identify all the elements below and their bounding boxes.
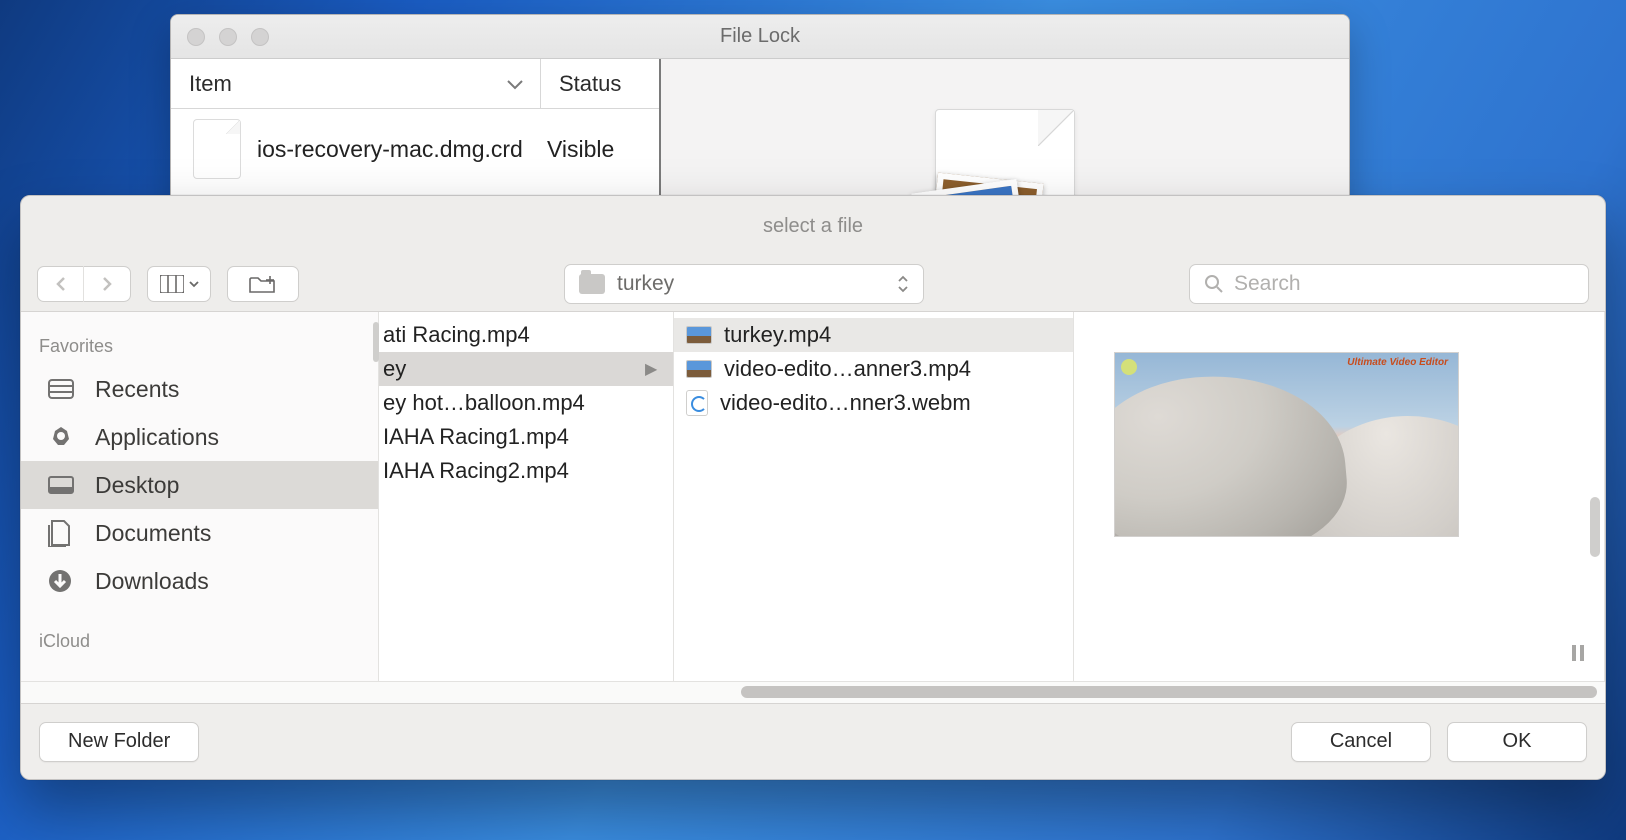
desktop-icon — [47, 473, 79, 497]
preview-badge-icon — [1121, 359, 1137, 375]
chevron-right-icon — [100, 276, 114, 292]
dialog-title: select a file — [21, 196, 1605, 256]
search-icon — [1204, 274, 1224, 294]
ok-button[interactable]: OK — [1447, 722, 1587, 762]
list-item[interactable]: IAHA Racing1.mp4 — [379, 420, 673, 454]
column-1[interactable]: ati Racing.mp4 ey ▶ ey hot…balloon.mp4 I… — [379, 312, 674, 681]
sidebar-item-documents[interactable]: Documents — [21, 509, 378, 557]
preview-pane: Ultimate Video Editor — [1074, 312, 1605, 681]
column-header-status-label: Status — [559, 71, 621, 97]
preview-brand-text: Ultimate Video Editor — [1347, 357, 1448, 368]
columns-icon — [160, 275, 184, 293]
sidebar-item-label: Desktop — [95, 472, 179, 499]
applications-icon — [47, 425, 79, 449]
file-name: ios-recovery-mac.dmg.crdow — [257, 136, 523, 163]
new-folder-button[interactable]: New Folder — [39, 722, 199, 762]
search-placeholder: Search — [1234, 272, 1301, 296]
sidebar-item-label: Downloads — [95, 568, 209, 595]
view-mode-button[interactable] — [147, 266, 211, 302]
sidebar-item-desktop[interactable]: Desktop — [21, 461, 378, 509]
dialog-footer: New Folder Cancel OK — [21, 703, 1605, 779]
folder-icon — [579, 274, 605, 294]
chevron-right-icon: ▶ — [645, 359, 657, 379]
list-item[interactable]: ey hot…balloon.mp4 — [379, 386, 673, 420]
documents-icon — [47, 519, 79, 547]
column-browser: ati Racing.mp4 ey ▶ ey hot…balloon.mp4 I… — [379, 312, 1605, 681]
traffic-lights — [187, 15, 269, 58]
traffic-close-icon[interactable] — [187, 28, 205, 46]
scrollbar-horizontal[interactable] — [21, 681, 1605, 703]
column-header-status[interactable]: Status — [541, 59, 659, 108]
stepper-icon — [897, 274, 909, 294]
scrollbar-vertical[interactable] — [1590, 497, 1600, 557]
list-item[interactable]: turkey.mp4 — [674, 318, 1073, 352]
parent-headers: Item Status — [171, 59, 659, 109]
sidebar-item-applications[interactable]: Applications — [21, 413, 378, 461]
chevron-left-icon — [54, 276, 68, 292]
current-folder-dropdown[interactable]: turkey — [564, 264, 924, 304]
column-header-item[interactable]: Item — [171, 59, 541, 108]
webm-file-icon — [686, 390, 708, 416]
recents-icon — [47, 377, 79, 401]
list-item[interactable]: IAHA Racing2.mp4 — [379, 454, 673, 488]
dialog-body: Favorites Recents Applications Desktop — [21, 312, 1605, 681]
column-2[interactable]: turkey.mp4 video-edito…anner3.mp4 video-… — [674, 312, 1074, 681]
search-input[interactable]: Search — [1189, 264, 1589, 304]
nav-back-forward[interactable] — [37, 266, 131, 302]
parent-window-title: File Lock — [720, 25, 800, 48]
list-item[interactable]: ey ▶ — [379, 352, 673, 386]
list-item[interactable]: ati Racing.mp4 — [379, 318, 673, 352]
file-status: Visible — [547, 136, 614, 163]
table-row[interactable]: ios-recovery-mac.dmg.crdow Visible — [171, 109, 659, 189]
cancel-button[interactable]: Cancel — [1291, 722, 1431, 762]
pause-icon — [1572, 645, 1584, 661]
sidebar-item-recents[interactable]: Recents — [21, 365, 378, 413]
scrollbar-thumb[interactable] — [741, 686, 1597, 698]
traffic-zoom-icon[interactable] — [251, 28, 269, 46]
parent-titlebar: File Lock — [171, 15, 1349, 59]
sidebar-section-favorites: Favorites — [21, 326, 378, 365]
chevron-down-icon — [506, 78, 524, 90]
open-file-dialog: select a file — [20, 195, 1606, 780]
forward-button[interactable] — [84, 266, 130, 302]
sidebar-item-downloads[interactable]: Downloads — [21, 557, 378, 605]
sidebar: Favorites Recents Applications Desktop — [21, 312, 379, 681]
list-item[interactable]: video-edito…nner3.webm — [674, 386, 1073, 420]
downloads-icon — [47, 568, 79, 594]
sidebar-item-label: Applications — [95, 424, 219, 451]
sidebar-item-label: Documents — [95, 520, 211, 547]
current-folder-name: turkey — [617, 272, 885, 296]
video-thumbnail-icon — [686, 360, 712, 378]
dialog-toolbar: turkey Search — [21, 256, 1605, 312]
new-folder-toolbar-button[interactable] — [227, 266, 299, 302]
video-thumbnail-icon — [686, 326, 712, 344]
sidebar-item-label: Recents — [95, 376, 179, 403]
traffic-minimize-icon[interactable] — [219, 28, 237, 46]
list-item[interactable]: video-edito…anner3.mp4 — [674, 352, 1073, 386]
generic-file-icon — [193, 119, 241, 179]
sidebar-section-icloud: iCloud — [21, 605, 378, 660]
back-button[interactable] — [38, 266, 84, 302]
preview-thumbnail: Ultimate Video Editor — [1114, 352, 1459, 537]
chevron-down-icon — [189, 280, 199, 288]
column-header-item-label: Item — [189, 71, 232, 97]
folder-plus-icon — [248, 274, 278, 294]
